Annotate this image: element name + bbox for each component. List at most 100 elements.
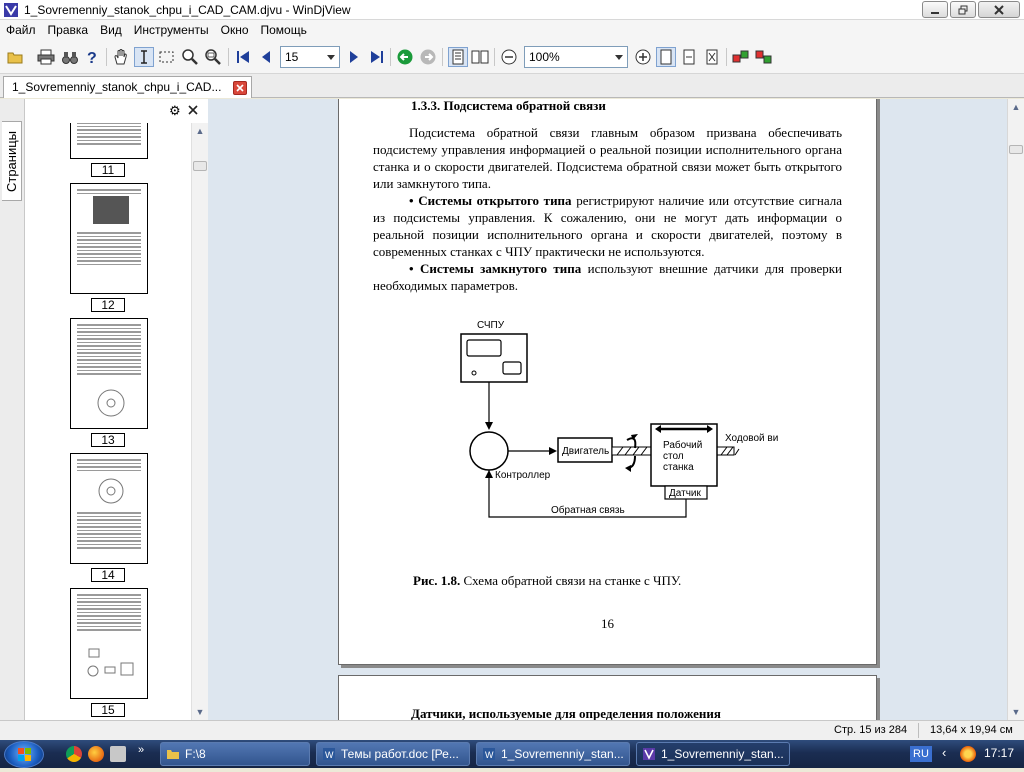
menu-window[interactable]: Окно (215, 20, 255, 40)
next-page-button[interactable] (344, 47, 364, 67)
svg-text:W: W (325, 750, 334, 760)
zoom-out-button[interactable] (499, 47, 519, 67)
text-select-tool-button[interactable] (134, 47, 154, 67)
firefox-icon[interactable] (88, 746, 104, 762)
language-indicator[interactable]: RU (910, 746, 932, 762)
single-page-layout-button[interactable] (448, 47, 468, 67)
quicklaunch-more-icon[interactable]: » (138, 744, 144, 756)
print-button[interactable] (36, 47, 56, 67)
taskbar-word-button[interactable]: W Темы работ.doc [Ре... (316, 742, 470, 766)
fit-width-button[interactable] (679, 47, 699, 67)
thumbnail-page-11[interactable] (70, 123, 148, 159)
menu-view[interactable]: Вид (94, 20, 128, 40)
start-button[interactable] (4, 741, 44, 768)
word-document-icon: W (483, 748, 495, 760)
tray-expand-icon[interactable]: ‹ (942, 745, 946, 760)
pages-tab[interactable]: Страницы (2, 121, 22, 201)
table-label-line1: Рабочий (663, 439, 702, 451)
document-scrollbar[interactable]: ▲ ▼ (1007, 99, 1024, 720)
lead-screw-label: Ходовой винт (725, 433, 779, 444)
windows-logo-icon (18, 748, 31, 761)
cnc-label: СЧПУ (477, 320, 505, 331)
find-button[interactable] (60, 47, 80, 67)
chrome-icon[interactable] (66, 746, 82, 762)
close-sidebar-button[interactable] (188, 103, 198, 117)
zoom-level-input[interactable]: 100% (524, 46, 628, 68)
close-window-button[interactable] (978, 1, 1020, 18)
paragraph: • Системы замкнутого типа используют вне… (373, 261, 842, 293)
document-tab[interactable]: 1_Sovremenniy_stanok_chpu_i_CAD... (3, 76, 252, 98)
thumbnail-page-13[interactable] (70, 318, 148, 429)
taskbar-word-button-2[interactable]: W 1_Sovremenniy_stan... (476, 742, 630, 766)
clock[interactable]: 17:17 (984, 746, 1014, 760)
tray-app-icon[interactable] (960, 746, 976, 762)
thumbnail-page-15[interactable] (70, 588, 148, 699)
quicklaunch-tool-icon[interactable] (110, 746, 126, 762)
magnifier-icon (182, 49, 198, 65)
thumbnail-page-14[interactable] (70, 453, 148, 564)
svg-text:?: ? (87, 50, 97, 66)
zoom-dropdown-arrow[interactable] (610, 47, 627, 67)
paragraph: Подсистема обратной связи главным образо… (373, 125, 842, 191)
feedback-label: Обратная связь (551, 504, 625, 516)
last-page-button[interactable] (367, 47, 387, 67)
page-dropdown-arrow[interactable] (322, 47, 339, 67)
actual-size-button[interactable] (656, 47, 676, 67)
close-icon (236, 84, 244, 92)
zoom-tool-button[interactable] (180, 47, 200, 67)
windjview-app-icon (4, 2, 18, 17)
forward-button[interactable] (418, 47, 438, 67)
status-page-info: Стр. 15 из 284 (834, 724, 908, 736)
gear-icon[interactable]: ⚙ (169, 104, 181, 118)
scroll-up-arrow[interactable]: ▲ (192, 123, 208, 139)
scroll-up-arrow[interactable]: ▲ (1008, 99, 1024, 115)
open-button[interactable] (6, 47, 26, 67)
scroll-down-arrow[interactable]: ▼ (192, 704, 208, 720)
zoom-rect-tool-button[interactable] (203, 47, 223, 67)
two-page-layout-button[interactable] (470, 47, 490, 67)
restore-button[interactable] (950, 1, 976, 18)
next-document-page: Датчики, используемые для определения по… (338, 675, 877, 720)
fit-page-button[interactable] (702, 47, 722, 67)
page-number: 16 (601, 616, 614, 631)
toolbar: ? 15 100% (0, 40, 1024, 74)
help-button[interactable]: ? (82, 47, 102, 67)
hand-tool-button[interactable] (111, 47, 131, 67)
text-cursor-icon (141, 50, 147, 64)
document-scroll-thumb[interactable] (1009, 145, 1023, 154)
menu-tools[interactable]: Инструменты (128, 20, 215, 40)
document-tab-strip: 1_Sovremenniy_stanok_chpu_i_CAD... (0, 74, 1024, 98)
taskbar-windjview-button[interactable]: 1_Sovremenniy_stan... (636, 742, 790, 766)
back-button[interactable] (395, 47, 415, 67)
taskbar-explorer-button[interactable]: F:\8 (160, 742, 310, 766)
table-label-line3: станка (663, 462, 694, 473)
thumbnail-page-number: 13 (91, 433, 125, 447)
thumbnail-page-number: 11 (91, 163, 125, 177)
previous-page-button[interactable] (256, 47, 276, 67)
menu-help[interactable]: Помощь (255, 20, 313, 40)
first-page-button[interactable] (233, 47, 253, 67)
window-title: 1_Sovremenniy_stanok_chpu_i_CAD_CAM.djvu… (24, 2, 351, 17)
zoom-rect-icon (205, 49, 221, 65)
thumbnail-page-number: 14 (91, 568, 125, 582)
menu-file[interactable]: Файл (0, 20, 42, 40)
display-mode-bw-button[interactable] (754, 47, 774, 67)
page-number-input[interactable]: 15 (280, 46, 340, 68)
document-page: 1.3.3. Подсистема обратной связи Подсист… (338, 99, 877, 665)
sidebar-scrollbar[interactable]: ▲ ▼ (191, 123, 208, 720)
close-icon (994, 4, 1004, 15)
next-page-icon (350, 51, 358, 63)
status-page-size: 13,64 x 19,94 см (930, 724, 1013, 736)
close-tab-button[interactable] (233, 81, 247, 95)
minimize-button[interactable] (922, 1, 948, 18)
scroll-down-arrow[interactable]: ▼ (1008, 704, 1024, 720)
display-mode-color-button[interactable] (731, 47, 751, 67)
next-page-heading: Датчики, используемые для определения по… (411, 706, 721, 720)
sidebar-vertical-tabs: Страницы (0, 99, 24, 720)
rect-select-tool-button[interactable] (157, 47, 177, 67)
menu-edit[interactable]: Правка (42, 20, 95, 40)
zoom-in-button[interactable] (633, 47, 653, 67)
sidebar-scroll-thumb[interactable] (193, 161, 207, 171)
thumbnail-page-12[interactable] (70, 183, 148, 294)
sensor-label: Датчик (669, 488, 701, 499)
